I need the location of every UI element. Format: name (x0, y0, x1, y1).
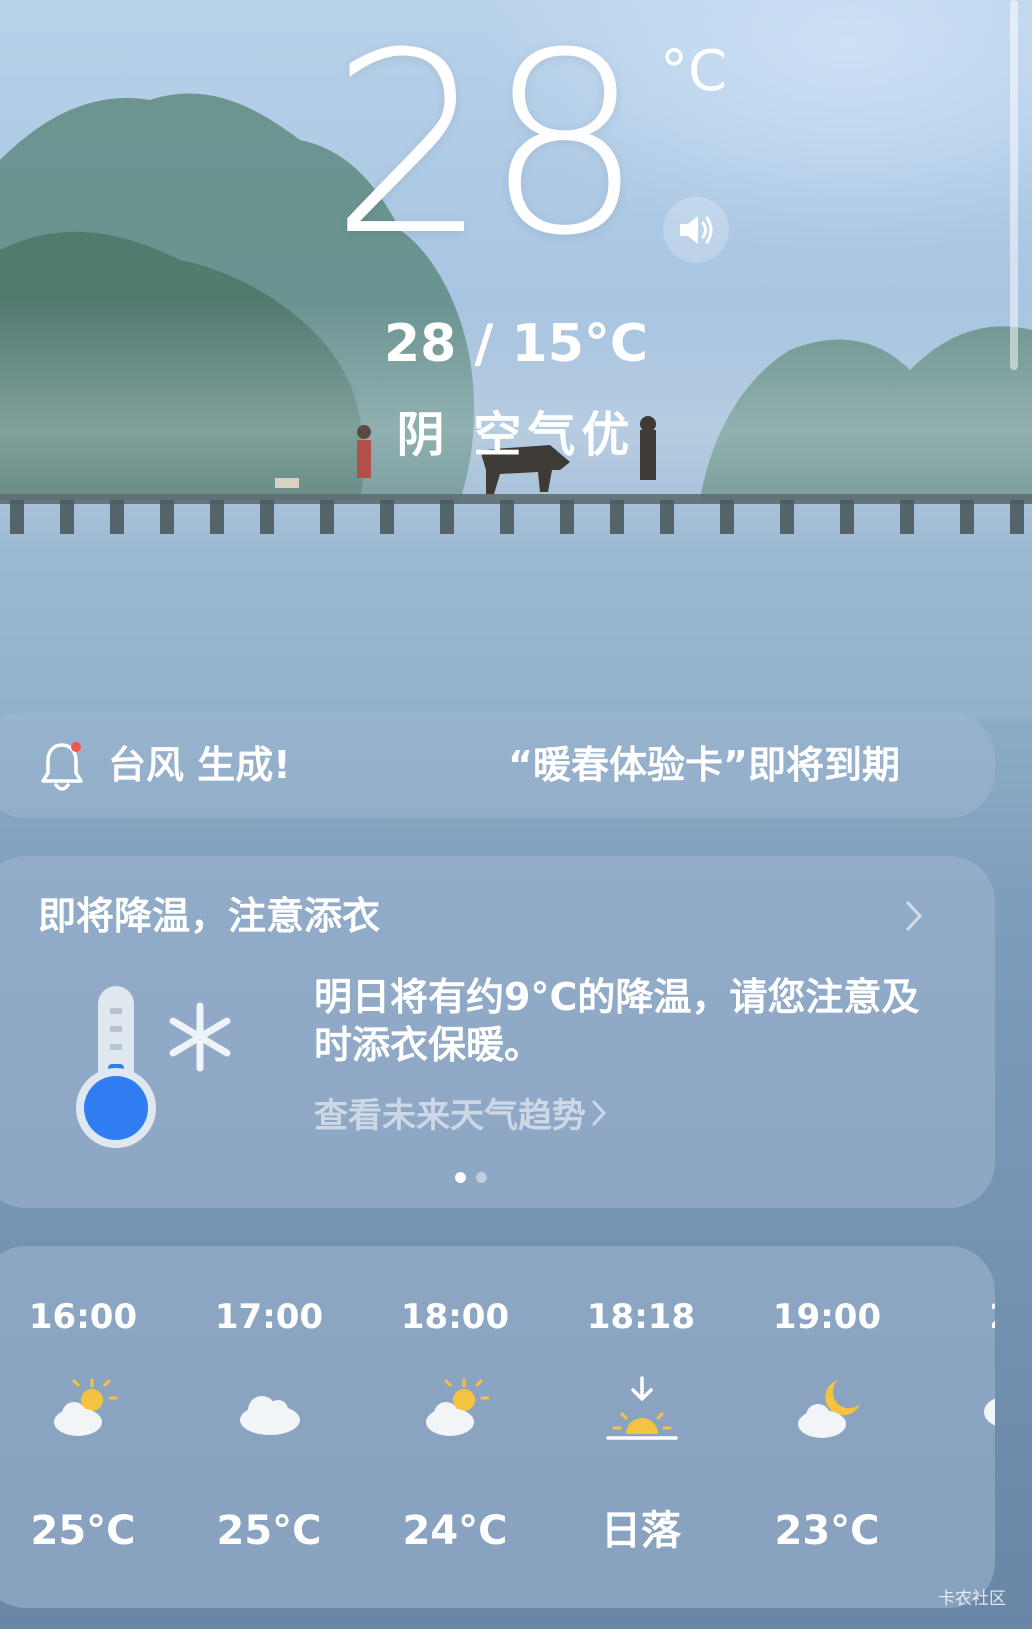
forecast-trend-link[interactable]: 查看未来天气趋势 (314, 1092, 607, 1140)
notice-title: 即将降温，注意添衣 (38, 894, 381, 938)
hour-time: 19:00 (772, 1297, 882, 1337)
weather-condition: 阴 空气优 (396, 407, 636, 463)
partly-cloudy-sun-icon (54, 1378, 118, 1436)
current-weather: 28 °C 28 / 15°C 阴 空气优 (0, 0, 1032, 720)
speaker-icon (680, 216, 713, 244)
alert-text: 台风 生成! (108, 743, 291, 787)
pager-dot-active (455, 1172, 466, 1183)
hour-temp: 24°C (402, 1508, 508, 1554)
temperature-range: 28 / 15°C (383, 314, 649, 374)
hour-temp: 25°C (30, 1508, 136, 1554)
hour-temp: 2 (943, 1506, 995, 1556)
chevron-right-icon (592, 1092, 607, 1140)
alert-text-secondary: “暖春体验卡”即将到期 (508, 743, 900, 787)
scrollbar[interactable] (1010, 0, 1018, 370)
partly-cloudy-sun-icon (426, 1378, 490, 1436)
pager-dot (476, 1172, 487, 1183)
hour-temp: 25°C (216, 1508, 322, 1554)
pager-dots (455, 1172, 487, 1183)
notice-body: 明日将有约9°C的降温，请您注意及时添衣保暖。 (314, 975, 920, 1067)
bell-icon (41, 742, 83, 791)
hour-time: 18:18 (586, 1297, 696, 1337)
forecast-trend-link-label: 查看未来天气趋势 (314, 1096, 586, 1136)
sunset-icon (606, 1376, 678, 1440)
hour-time: 18:00 (400, 1297, 510, 1337)
hour-temp: 日落 (601, 1508, 681, 1554)
precipitation-probability: 7 (983, 1436, 995, 1468)
hour-time: 16:00 (28, 1297, 138, 1337)
temperature-unit: °C (660, 39, 728, 104)
current-temperature: 28 (330, 0, 644, 290)
chevron-right-icon[interactable] (905, 900, 923, 932)
hour-temp: 23°C (774, 1508, 880, 1554)
alert-banner[interactable]: 台风 生成! “暖春体验卡”即将到期 (0, 712, 995, 818)
hour-time: 20 (943, 1296, 995, 1338)
cooling-notice-card[interactable]: 即将降温，注意添衣 明日将有约9°C的降温，请您注意及时添衣保暖。 查看未来天气… (0, 856, 995, 1208)
speaker-button[interactable] (663, 197, 729, 263)
hour-time: 17:00 (214, 1297, 324, 1337)
hourly-forecast[interactable]: 16:00 25°C 17:00 25°C 18:00 24°C 18:18 日… (0, 1246, 995, 1608)
thermometer-snow-icon (76, 986, 231, 1148)
cloud-icon (240, 1396, 300, 1435)
partly-cloudy-moon-icon (798, 1380, 860, 1438)
watermark: 卡农社区 (938, 1589, 1006, 1609)
